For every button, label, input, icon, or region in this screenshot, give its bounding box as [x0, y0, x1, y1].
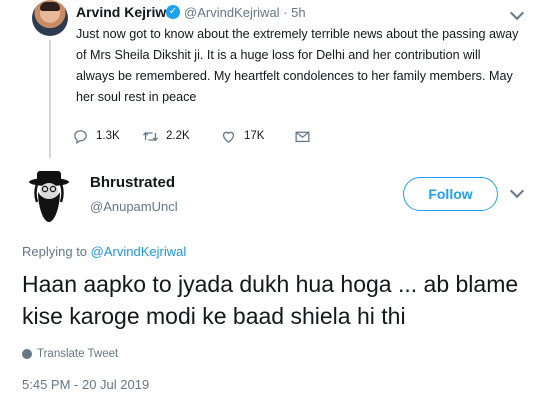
- like-count: 17K: [244, 130, 265, 142]
- chevron-down-icon[interactable]: [509, 183, 525, 199]
- translate-tweet-link[interactable]: Translate Tweet: [22, 348, 118, 360]
- tweet-timestamp[interactable]: 5:45 PM - 20 Jul 2019: [22, 377, 149, 392]
- retweet-button[interactable]: 2.2K: [142, 126, 190, 146]
- reply-icon: [74, 129, 87, 144]
- parent-author-handle[interactable]: @ArvindKejriwal · 5h: [184, 5, 306, 20]
- reply-count: 1.3K: [96, 130, 120, 142]
- follow-button[interactable]: Follow: [403, 177, 498, 211]
- replying-to-mention-link[interactable]: @ArvindKejriwal: [91, 244, 187, 259]
- replying-to-label: Replying to: [22, 244, 91, 259]
- thread-connector-line: [49, 40, 51, 158]
- globe-icon: [22, 349, 32, 359]
- like-icon: [222, 131, 235, 143]
- replying-to-line: Replying to @ArvindKejriwal: [22, 244, 186, 259]
- retweet-icon: [142, 131, 159, 141]
- parent-author-name[interactable]: Arvind Kejriwal: [76, 4, 178, 20]
- author-avatar[interactable]: [32, 0, 68, 36]
- verified-badge-icon: ✓: [166, 5, 180, 19]
- like-button[interactable]: 17K: [220, 126, 264, 146]
- chevron-down-icon[interactable]: [509, 5, 525, 21]
- message-icon: [295, 131, 310, 142]
- direct-message-button[interactable]: [294, 126, 311, 146]
- retweet-count: 2.2K: [166, 130, 190, 142]
- reply-button[interactable]: 1.3K: [72, 126, 120, 146]
- parent-tweet-text: Just now got to know about the extremely…: [76, 27, 519, 104]
- reply-author-avatar[interactable]: [24, 170, 74, 224]
- translate-tweet-label: Translate Tweet: [37, 348, 119, 360]
- reply-tweet-text: Haan aapko to jyada dukh hua hoga ... ab…: [22, 271, 519, 329]
- reply-author-name[interactable]: Bhrustrated: [90, 174, 175, 191]
- reply-author-handle[interactable]: @AnupamUncl: [90, 199, 178, 214]
